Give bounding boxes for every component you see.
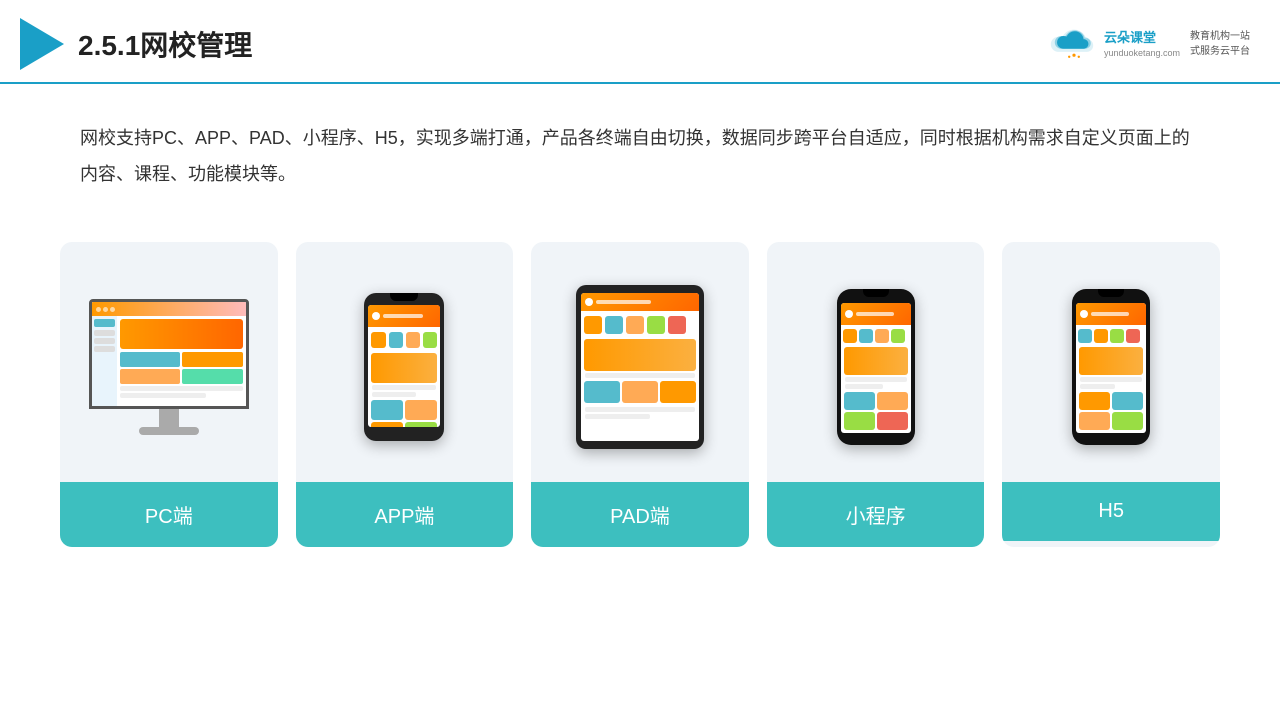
app-card: APP端 [296,242,514,547]
h5-card: H5 [1002,242,1220,547]
h5-phone [1072,289,1150,445]
monitor-screen [89,299,249,409]
pad-screen [581,293,699,441]
app-image-area [296,242,514,482]
pc-image-area [60,242,278,482]
monitor-base [139,427,199,435]
h5-screen [1076,303,1146,433]
pad-image-area [531,242,749,482]
h5-label: H5 [1002,482,1220,541]
app-screen [368,305,440,427]
h5-image-area [1002,242,1220,482]
miniprogram-screen [841,303,911,433]
miniprogram-card: 小程序 [767,242,985,547]
header-left: 2.5.1网校管理 [20,18,252,70]
brand-tagline: 教育机构一站 式服务云平台 [1190,29,1250,59]
pad-device [576,285,704,449]
phone-notch [390,293,418,301]
h5-phone-notch [1098,289,1124,297]
app-label: APP端 [296,482,514,547]
pc-label: PC端 [60,482,278,547]
description-paragraph: 网校支持PC、APP、PAD、小程序、H5，实现多端打通，产品各终端自由切换，数… [80,120,1200,192]
pc-monitor [89,299,249,435]
miniprogram-image-area [767,242,985,482]
brand-name: 云朵课堂 [1104,29,1180,47]
brand-text: 云朵课堂 yunduoketang.com [1104,29,1180,60]
cloud-icon [1050,26,1098,62]
pad-label: PAD端 [531,482,749,547]
app-phone [364,293,444,441]
logo-triangle-icon [20,18,64,70]
brand-domain: yunduoketang.com [1104,47,1180,60]
phone-tall-notch [863,289,889,297]
miniprogram-label: 小程序 [767,482,985,547]
brand-container: 云朵课堂 yunduoketang.com 教育机构一站 式服务云平台 [1050,26,1250,62]
brand-logo: 云朵课堂 yunduoketang.com 教育机构一站 式服务云平台 [1050,26,1250,62]
description-text: 网校支持PC、APP、PAD、小程序、H5，实现多端打通，产品各终端自由切换，数… [0,84,1280,212]
miniprogram-phone [837,289,915,445]
page-header: 2.5.1网校管理 云朵课堂 yunduoketang.com 教育机构一站 式… [0,0,1280,84]
device-cards-section: PC端 [0,222,1280,577]
monitor-neck [159,409,179,427]
pad-card: PAD端 [531,242,749,547]
page-title: 2.5.1网校管理 [78,24,252,64]
pc-card: PC端 [60,242,278,547]
